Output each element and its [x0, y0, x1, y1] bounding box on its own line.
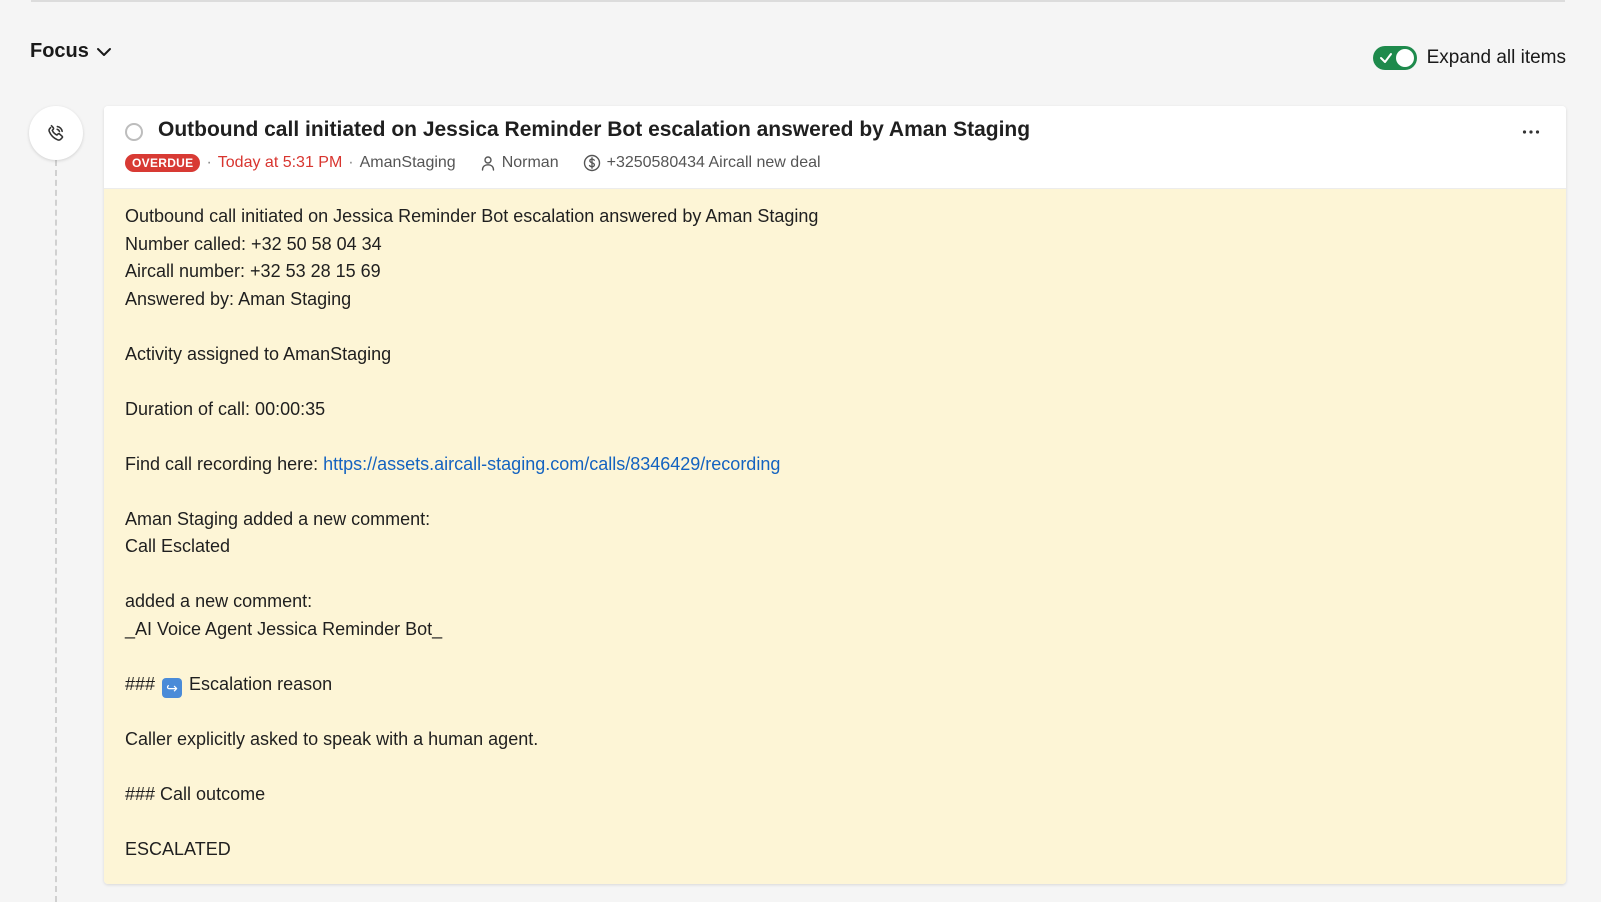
linked-deal-name: +3250580434 Aircall new deal: [606, 154, 821, 171]
linked-person-name: Norman: [501, 154, 559, 171]
meta-separator: ·: [348, 154, 354, 171]
person-icon: [481, 156, 494, 171]
note-blank-line: [125, 313, 1545, 341]
note-blank-line: [125, 368, 1545, 396]
note-blank-line: [125, 478, 1545, 506]
recording-label: Find call recording here:: [125, 453, 324, 474]
expand-all-control: Expand all items: [1372, 46, 1566, 70]
note-line: Outbound call initiated on Jessica Remin…: [125, 206, 819, 226]
activity-card: Outbound call initiated on Jessica Remin…: [104, 106, 1566, 884]
note-line: _AI Voice Agent Jessica Reminder Bot_: [125, 618, 443, 639]
phone-call-icon: [48, 124, 64, 141]
due-date: Today at 5:31 PM: [217, 154, 343, 171]
note-blank-line: [125, 753, 1545, 781]
note-line: Number called: +32 50 58 04 34: [125, 233, 382, 254]
note-line: Duration of call: 00:00:35: [125, 398, 326, 419]
note-blank-line: [125, 643, 1545, 671]
activity-card-header: Outbound call initiated on Jessica Remin…: [104, 106, 1566, 189]
timeline-connector: [55, 160, 57, 902]
note-line: added a new comment:: [125, 591, 313, 611]
note-line: Aman Staging added a new comment:: [125, 508, 431, 529]
more-options-button[interactable]: [1516, 118, 1546, 146]
focus-dropdown[interactable]: Focus: [30, 40, 113, 63]
linked-person[interactable]: Norman: [480, 154, 559, 172]
activity-type-badge: [29, 106, 83, 160]
recording-line: Find call recording here: https://assets…: [125, 451, 1545, 479]
note-line: Activity assigned to AmanStaging: [125, 343, 392, 364]
chevron-down-icon: [96, 47, 111, 56]
recording-link[interactable]: https://assets.aircall-staging.com/calls…: [323, 454, 780, 474]
note-line: Answered by: Aman Staging: [125, 288, 352, 309]
overdue-badge: OVERDUE: [125, 154, 201, 172]
deal-dollar-icon: [583, 154, 600, 172]
check-icon: [1379, 53, 1392, 63]
expand-all-label[interactable]: Expand all items: [1427, 47, 1566, 69]
meta-separator: ·: [206, 154, 212, 171]
more-horizontal-icon: [1522, 130, 1540, 134]
activity-owner: AmanStaging: [359, 154, 456, 171]
activity-note: Outbound call initiated on Jessica Remin…: [104, 189, 1566, 884]
toggle-knob: [1395, 49, 1414, 67]
top-divider: [31, 0, 1565, 2]
note-line: ### Call outcome: [125, 783, 266, 804]
note-line: Aircall number: +32 53 28 15 69: [125, 261, 381, 281]
note-heading-line: ### ↪ Escalation reason: [125, 671, 1545, 699]
note-blank-line: [125, 561, 1545, 589]
note-blank-line: [125, 423, 1545, 451]
heading-text: Escalation reason: [184, 673, 333, 694]
mark-done-checkbox[interactable]: [125, 123, 143, 141]
focus-label: Focus: [30, 40, 89, 62]
activity-title[interactable]: Outbound call initiated on Jessica Remin…: [158, 118, 1030, 142]
activity-header: Focus Expand all items: [30, 36, 1566, 76]
note-line: Call Esclated: [125, 536, 231, 556]
heading-prefix: ###: [125, 673, 161, 694]
return-arrow-icon: ↪: [162, 678, 183, 699]
note-line: Caller explicitly asked to speak with a …: [125, 728, 539, 749]
note-blank-line: [125, 698, 1545, 726]
expand-all-toggle[interactable]: [1372, 46, 1417, 70]
note-line: ESCALATED: [125, 838, 231, 859]
activity-meta: OVERDUE · Today at 5:31 PM · AmanStaging…: [125, 154, 821, 172]
note-blank-line: [125, 808, 1545, 836]
linked-deal[interactable]: +3250580434 Aircall new deal: [583, 154, 821, 172]
